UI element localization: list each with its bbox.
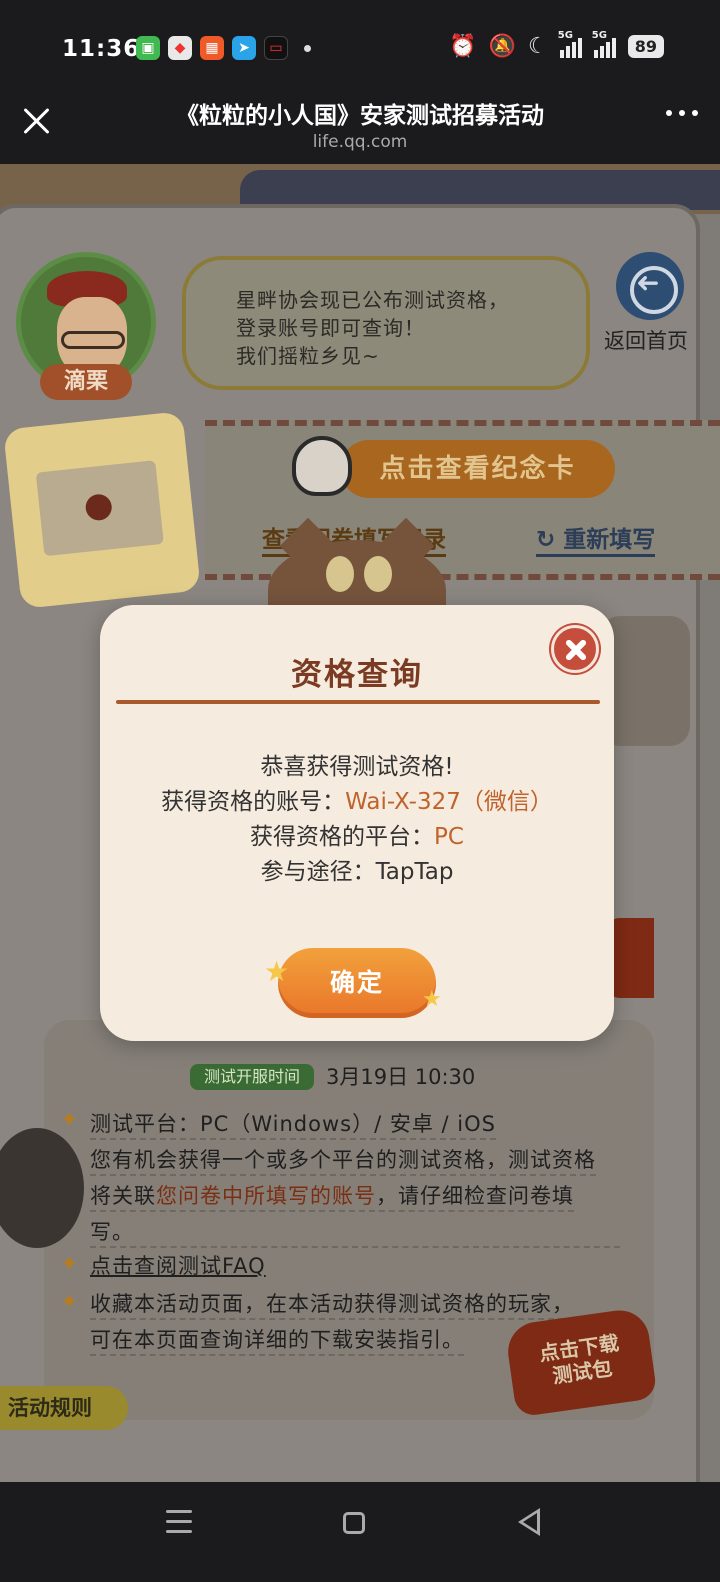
star-icon: ✦ xyxy=(60,1108,79,1133)
speech-line: 登录账号即可查询！ xyxy=(236,316,425,340)
bookmark-line-1: 收藏本活动页面，在本活动获得测试资格的玩家， xyxy=(90,1288,574,1320)
envelope-icon[interactable] xyxy=(3,411,201,609)
message-app-icon: ▣ xyxy=(136,36,160,60)
account-label: 获得资格的账号： xyxy=(161,789,346,815)
launch-date: 3月19日 10:30 xyxy=(326,1065,476,1089)
refresh-icon: ↻ xyxy=(536,527,564,553)
browser-title-bar: 《粒粒的小人国》安家测试招募活动 life.qq.com xyxy=(0,90,720,164)
gallery-app-icon: ◆ xyxy=(168,36,192,60)
confirm-button[interactable]: 确定 xyxy=(278,948,436,1018)
dnd-moon-icon: ☾ xyxy=(528,34,548,59)
desc-2-post: ，请仔细检查问卷填 xyxy=(376,1184,574,1208)
cat-eyes xyxy=(326,556,392,596)
app-store-icon: ▦ xyxy=(200,36,224,60)
battery-icon: 89 xyxy=(627,35,664,58)
page-url: life.qq.com xyxy=(312,132,408,152)
sparkle-icon: ★ xyxy=(264,955,290,988)
refill-label: 重新填写 xyxy=(563,527,656,553)
faq-link[interactable]: 点击查阅测试FAQ xyxy=(90,1250,266,1280)
launch-time-badge: 测试开服时间 xyxy=(190,1064,314,1090)
more-notifications-dot xyxy=(304,44,311,52)
close-modal-icon[interactable] xyxy=(551,625,599,673)
pointing-hand-icon xyxy=(292,436,352,496)
channel-row: 参与途径：TapTap xyxy=(100,852,614,886)
screen: 11:36 ▣ ◆ ▦ ➤ ▭ ⏰ 🔕 ☾ 5G 5G 89 《粒粒的小人国》安… xyxy=(0,0,720,1582)
signal-label-2: 5G xyxy=(591,29,607,41)
screen-record-icon: ▭ xyxy=(264,36,288,60)
platform-label: 获得资格的平台： xyxy=(250,824,435,850)
star-icon: ✦ xyxy=(60,1290,79,1315)
home-icon[interactable] xyxy=(616,252,684,320)
activity-rules-tab[interactable]: 活动规则 xyxy=(0,1386,128,1430)
account-row: 获得资格的账号：Wai-X-327（微信） xyxy=(100,782,614,816)
modal-divider xyxy=(116,700,600,704)
platform-line: 测试平台：PC（Windows）/ 安卓 / iOS xyxy=(90,1108,496,1140)
star-icon: ✦ xyxy=(60,1252,79,1277)
desc-line-3: 写。 xyxy=(90,1216,620,1248)
refill-link[interactable]: ↻ 重新填写 xyxy=(536,520,656,557)
modal-title: 资格查询 xyxy=(291,657,423,693)
recent-apps-icon[interactable] xyxy=(166,1510,192,1533)
status-bar: 11:36 ▣ ◆ ▦ ➤ ▭ ⏰ 🔕 ☾ 5G 5G 89 xyxy=(0,0,720,90)
telegram-icon: ➤ xyxy=(232,36,256,60)
signal-label-1: 5G xyxy=(557,29,573,41)
back-icon[interactable] xyxy=(518,1508,540,1536)
system-nav-bar xyxy=(0,1482,720,1582)
character-name: 滴栗 xyxy=(40,364,132,400)
speech-line: 星畔协会现已公布测试资格， xyxy=(236,288,509,312)
platform-value: PC xyxy=(434,824,464,850)
bookmark-line-2: 可在本页面查询详细的下载安装指引。 xyxy=(90,1324,464,1356)
platform-row: 获得资格的平台：PC xyxy=(100,817,614,851)
alarm-icon: ⏰ xyxy=(449,34,477,59)
signal-icon-2: 5G xyxy=(592,30,616,58)
congrats-text: 恭喜获得测试资格! xyxy=(260,754,454,780)
desc-line-2: 将关联您问卷中所填写的账号，请仔细检查问卷填 xyxy=(90,1180,574,1212)
speech-line: 我们摇粒乡见~ xyxy=(236,344,380,368)
speech-bubble: 星畔协会现已公布测试资格， 登录账号即可查询！ 我们摇粒乡见~ xyxy=(182,256,590,390)
more-options-icon[interactable] xyxy=(666,110,698,116)
view-memorial-card-button[interactable]: 点击查看纪念卡 xyxy=(340,440,615,498)
desc-line-1: 您有机会获得一个或多个平台的测试资格，测试资格 xyxy=(90,1144,596,1176)
mute-icon: 🔕 xyxy=(488,34,516,59)
status-time: 11:36 xyxy=(62,36,141,62)
download-test-package-button[interactable]: 点击下载 测试包 xyxy=(504,1306,658,1418)
system-icons: ⏰ 🔕 ☾ 5G 5G 89 xyxy=(449,30,664,59)
qualification-modal: 资格查询 恭喜获得测试资格! 获得资格的账号：Wai-X-327（微信） 获得资… xyxy=(100,605,614,1041)
signal-icon-1: 5G xyxy=(558,30,582,58)
notification-icons: ▣ ◆ ▦ ➤ ▭ xyxy=(136,36,311,60)
desc-2-emph: 您问卷中所填写的账号 xyxy=(156,1184,376,1208)
page-title: 《粒粒的小人国》安家测试招募活动 xyxy=(176,103,544,129)
sparkle-icon: ★ xyxy=(422,987,442,1012)
channel-label: 参与途径： xyxy=(260,859,376,885)
desc-2-pre: 将关联 xyxy=(90,1184,156,1208)
home-label[interactable]: 返回首页 xyxy=(604,325,688,355)
account-value: Wai-X-327（微信） xyxy=(345,789,553,815)
home-nav-icon[interactable] xyxy=(343,1512,365,1534)
channel-value: TapTap xyxy=(375,859,454,885)
